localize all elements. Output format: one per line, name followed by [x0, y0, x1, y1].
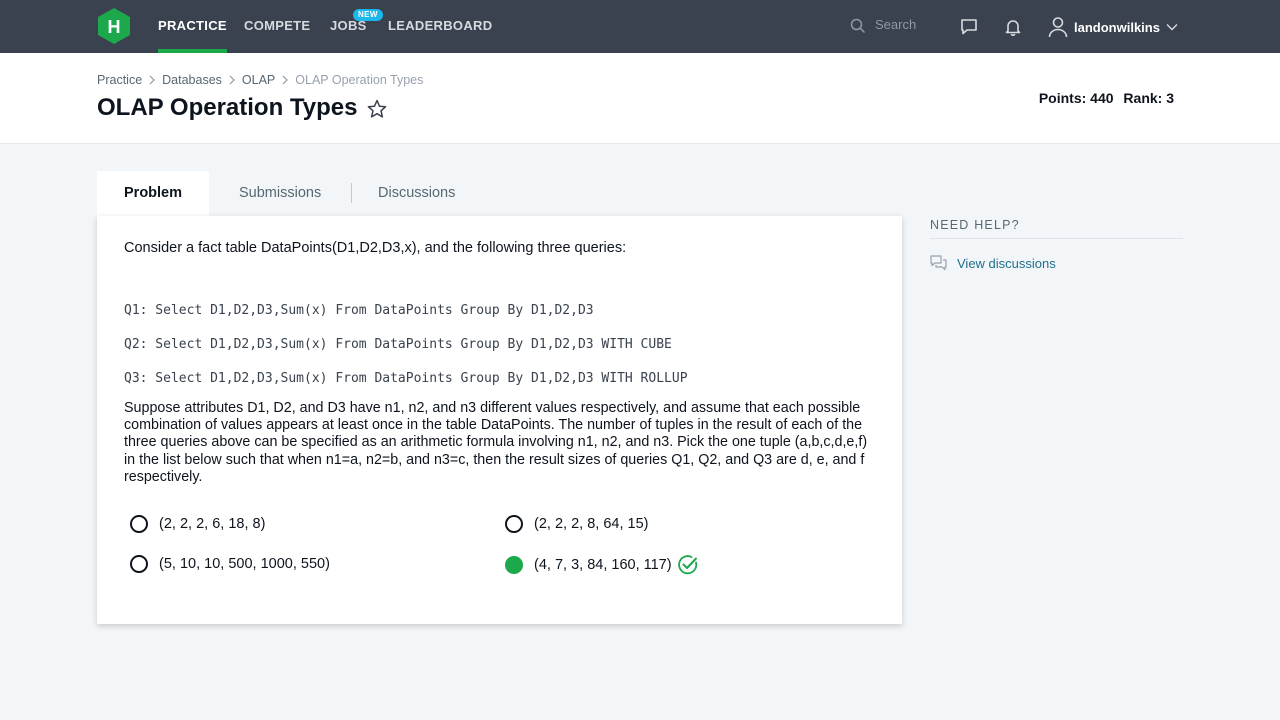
need-help-heading: NEED HELP?: [930, 218, 1020, 232]
tab-problem[interactable]: Problem: [97, 171, 210, 216]
option-label: (2, 2, 2, 6, 18, 8): [159, 516, 266, 532]
answer-option[interactable]: (2, 2, 2, 6, 18, 8): [130, 515, 265, 533]
correct-check-icon: [677, 554, 699, 576]
query-q1: Q1: Select D1,D2,D3,Sum(x) From DataPoin…: [124, 303, 594, 318]
chevron-right-icon: [229, 75, 235, 85]
tab-discussions[interactable]: Discussions: [351, 171, 482, 216]
problem-description: Suppose attributes D1, D2, and D3 have n…: [124, 400, 868, 485]
query-q2: Q2: Select D1,D2,D3,Sum(x) From DataPoin…: [124, 337, 672, 352]
chevron-right-icon: [149, 75, 156, 85]
nav-practice[interactable]: PRACTICE: [158, 0, 227, 53]
rank-value: Rank: 3: [1123, 90, 1174, 106]
answer-option[interactable]: (2, 2, 2, 8, 64, 15): [505, 515, 648, 533]
nav-compete[interactable]: COMPETE: [244, 0, 310, 53]
breadcrumb-practice[interactable]: Practice: [97, 73, 142, 87]
tab-submissions[interactable]: Submissions: [212, 171, 348, 216]
radio-button-checked[interactable]: [505, 556, 523, 574]
breadcrumb-olap[interactable]: OLAP: [242, 73, 275, 87]
chat-icon: [961, 19, 977, 35]
page-header: Practice Databases OLAP OLAP Operation T…: [0, 53, 1280, 144]
jobs-new-badge: NEW: [353, 9, 383, 21]
breadcrumb: Practice Databases OLAP OLAP Operation T…: [97, 73, 423, 87]
query-q3: Q3: Select D1,D2,D3,Sum(x) From DataPoin…: [124, 371, 688, 386]
bell-icon: [1005, 20, 1021, 36]
view-discussions-label: View discussions: [957, 255, 1056, 271]
radio-button[interactable]: [505, 515, 523, 533]
answer-option-selected[interactable]: (4, 7, 3, 84, 160, 117): [505, 554, 699, 576]
points-value: Points: 440: [1038, 90, 1114, 106]
top-nav: H PRACTICE COMPETE JOBS NEW LEADERBOARD …: [0, 0, 1280, 53]
username: landonwilkins: [1074, 19, 1160, 35]
breadcrumb-current: OLAP Operation Types: [295, 73, 424, 87]
problem-intro: Consider a fact table DataPoints(D1,D2,D…: [124, 240, 627, 256]
problem-card: Consider a fact table DataPoints(D1,D2,D…: [97, 216, 902, 624]
search-icon: [850, 18, 866, 34]
option-label: (4, 7, 3, 84, 160, 117): [534, 557, 672, 573]
user-icon: [1048, 17, 1068, 38]
breadcrumb-databases[interactable]: Databases: [162, 73, 222, 87]
score-summary: Points: 440 Rank: 3: [1033, 90, 1174, 106]
bookmark-star-icon[interactable]: [367, 99, 387, 124]
hackerrank-logo[interactable]: H: [97, 8, 131, 44]
page-title: OLAP Operation Types: [97, 94, 358, 121]
logo-letter: H: [108, 17, 121, 37]
search-input[interactable]: [875, 17, 935, 32]
option-label: (5, 10, 10, 500, 1000, 550): [159, 556, 330, 572]
help-divider: [930, 238, 1183, 239]
notifications-button[interactable]: [1002, 16, 1024, 38]
nav-leaderboard[interactable]: LEADERBOARD: [388, 0, 492, 53]
option-label: (2, 2, 2, 8, 64, 15): [534, 516, 649, 532]
user-menu[interactable]: landonwilkins: [1048, 14, 1178, 40]
nav-jobs[interactable]: JOBS: [330, 0, 367, 53]
discussions-icon: [930, 255, 947, 271]
search-box[interactable]: [850, 16, 935, 38]
radio-button[interactable]: [130, 555, 148, 573]
radio-button[interactable]: [130, 515, 148, 533]
messages-button[interactable]: [958, 16, 980, 38]
chevron-down-icon: [1166, 24, 1178, 31]
answer-option[interactable]: (5, 10, 10, 500, 1000, 550): [130, 555, 330, 573]
view-discussions-link[interactable]: View discussions: [930, 255, 1056, 271]
chevron-right-icon: [282, 75, 289, 85]
